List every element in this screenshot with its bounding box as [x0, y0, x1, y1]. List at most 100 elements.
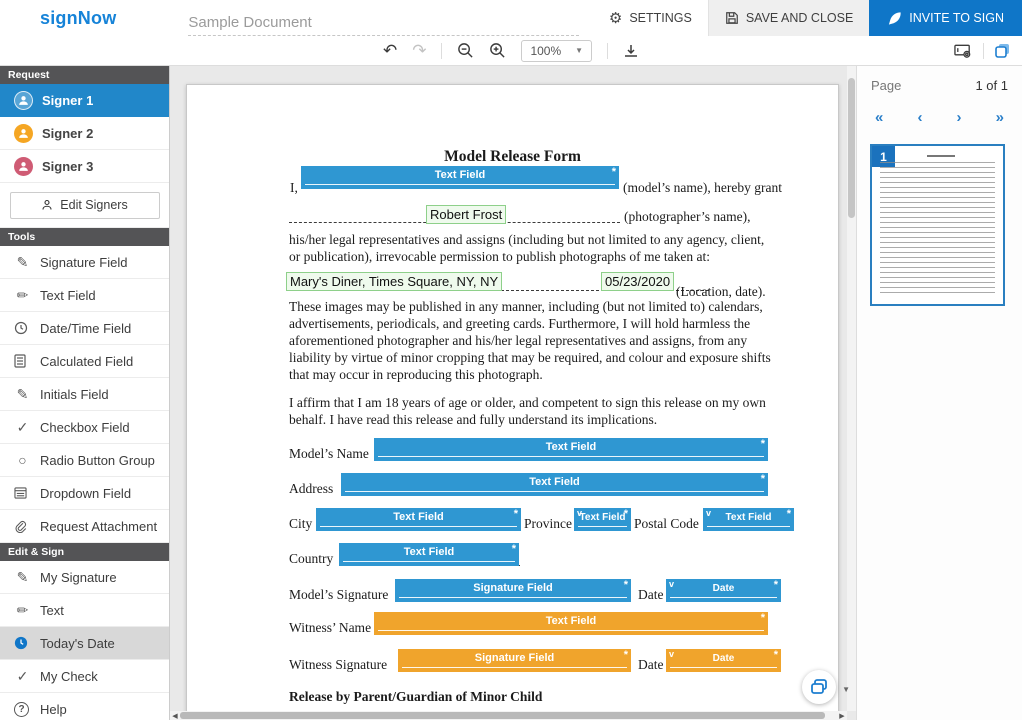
zoom-in-icon[interactable] — [489, 42, 506, 59]
postal-code-text-field[interactable]: v Text Field * — [703, 508, 794, 531]
vertical-scrollbar[interactable] — [847, 66, 856, 711]
models-name-label: Model’s Name — [289, 446, 369, 462]
date-label: Date — [638, 657, 663, 673]
save-icon — [725, 11, 739, 25]
invite-to-sign-button[interactable]: INVITE TO SIGN — [869, 0, 1022, 36]
edit-sign-section-header: Edit & Sign — [0, 543, 169, 561]
last-page-icon[interactable]: » — [996, 109, 1004, 126]
tool-label: Calculated Field — [40, 354, 133, 369]
clock-icon — [14, 636, 31, 650]
country-text-field[interactable]: Text Field * — [339, 543, 519, 566]
field-underline — [345, 491, 764, 492]
sidebar-item-radio-button-group[interactable]: ○ Radio Button Group — [0, 444, 169, 477]
sidebar-item-dropdown-field[interactable]: Dropdown Field — [0, 477, 169, 510]
publish-paragraph: These images may be published in any man… — [289, 298, 779, 383]
field-label: Text Field — [316, 511, 521, 523]
tool-label: Dropdown Field — [40, 486, 131, 501]
field-label: Text Field — [374, 441, 768, 453]
document-heading: Model Release Form — [187, 148, 838, 166]
models-date-field[interactable]: v Date * — [666, 579, 781, 602]
sidebar-item-initials-field[interactable]: ✎︎ Initials Field — [0, 378, 169, 411]
province-label: Province — [524, 516, 572, 532]
dropdown-box-icon — [14, 487, 31, 499]
pencil-icon: ✏︎ — [14, 602, 31, 619]
save-and-close-label: SAVE AND CLOSE — [746, 11, 853, 25]
redo-icon[interactable]: ↷ — [412, 42, 426, 59]
signer-2-avatar-icon — [14, 124, 33, 143]
zoom-out-icon[interactable] — [457, 42, 474, 59]
scroll-right-icon[interactable]: ▶ — [837, 712, 847, 720]
sidebar-item-signer-2[interactable]: Signer 2 — [0, 117, 169, 150]
sidebar-item-help[interactable]: ? Help — [0, 693, 169, 720]
sidebar-item-date-time-field[interactable]: Date/Time Field — [0, 312, 169, 345]
field-underline — [402, 667, 627, 668]
date-filled-field[interactable]: 05/23/2020 — [601, 272, 674, 291]
sidebar-item-todays-date[interactable]: Today's Date — [0, 627, 169, 660]
address-text-field[interactable]: Text Field * — [341, 473, 768, 496]
gear-icon: ⚙ — [609, 9, 622, 27]
edit-signers-button[interactable]: Edit Signers — [10, 192, 160, 219]
models-name-text-field[interactable]: Text Field * — [374, 438, 768, 461]
field-underline — [670, 667, 777, 668]
field-label: Signature Field — [395, 582, 631, 594]
photographer-name-filled-field[interactable]: Robert Frost — [426, 205, 506, 224]
vertical-scrollbar-thumb[interactable] — [848, 78, 855, 218]
tools-section-header: Tools — [0, 228, 169, 246]
document-page: Model Release Form I, Text Field * (mode… — [186, 84, 839, 720]
witness-name-text-field[interactable]: Text Field * — [374, 612, 768, 635]
feather-icon — [887, 11, 902, 26]
field-label: Text Field — [339, 546, 519, 558]
field-label: Text Field — [301, 169, 619, 181]
field-label: Date — [666, 653, 781, 664]
photographer-suffix: (photographer’s name), — [624, 209, 750, 225]
witness-signature-label: Witness Signature — [289, 657, 387, 673]
first-page-icon[interactable]: « — [875, 109, 883, 126]
document-title[interactable]: Sample Document — [188, 14, 578, 36]
chevron-down-icon[interactable]: ▼ — [842, 685, 850, 694]
document-canvas: Model Release Form I, Text Field * (mode… — [170, 66, 856, 720]
tool-label: Date/Time Field — [40, 321, 131, 336]
sidebar-item-text-field[interactable]: ✏︎ Text Field — [0, 279, 169, 312]
settings-button[interactable]: ⚙ SETTINGS — [593, 0, 708, 36]
pages-icon[interactable] — [994, 42, 1012, 60]
chevron-down-icon: ▼ — [575, 46, 583, 55]
field-underline — [378, 456, 764, 457]
province-text-field[interactable]: v Text Field * — [574, 508, 631, 531]
undo-icon[interactable]: ↶ — [383, 42, 397, 59]
scroll-left-icon[interactable]: ◀ — [170, 712, 180, 720]
next-page-icon[interactable]: › — [957, 109, 962, 126]
quick-tools-button[interactable] — [802, 670, 836, 704]
sidebar-item-checkbox-field[interactable]: ✓ Checkbox Field — [0, 411, 169, 444]
page-label: Page — [871, 78, 901, 93]
sidebar-item-signer-1[interactable]: Signer 1 — [0, 84, 169, 117]
sidebar-item-calculated-field[interactable]: Calculated Field — [0, 345, 169, 378]
page-thumbnail[interactable]: 1 — [870, 144, 1005, 306]
field-underline — [343, 561, 515, 562]
models-signature-field[interactable]: Signature Field * — [395, 579, 631, 602]
city-text-field[interactable]: Text Field * — [316, 508, 521, 531]
horizontal-scrollbar-thumb[interactable] — [180, 712, 825, 719]
previous-page-icon[interactable]: ‹ — [917, 109, 922, 126]
horizontal-scrollbar[interactable]: ◀ ▶ — [170, 711, 847, 720]
sidebar-item-my-check[interactable]: ✓ My Check — [0, 660, 169, 693]
sidebar-item-text[interactable]: ✏︎ Text — [0, 594, 169, 627]
model-name-text-field[interactable]: Text Field * — [301, 166, 619, 189]
sidebar-item-my-signature[interactable]: ✎︎ My Signature — [0, 561, 169, 594]
download-icon[interactable] — [623, 43, 639, 59]
witness-date-field[interactable]: v Date * — [666, 649, 781, 672]
settings-label: SETTINGS — [629, 11, 692, 25]
field-underline — [578, 526, 627, 527]
required-asterisk: * — [624, 649, 628, 661]
sidebar-item-signature-field[interactable]: ✎︎ Signature Field — [0, 246, 169, 279]
location-filled-field[interactable]: Mary's Diner, Times Square, NY, NY — [286, 272, 502, 291]
page-navigation: « ‹ › » — [871, 109, 1008, 126]
checkmark-icon: ✓ — [14, 668, 31, 685]
save-and-close-button[interactable]: SAVE AND CLOSE — [708, 0, 869, 36]
required-asterisk: * — [761, 438, 765, 450]
zoom-level-select[interactable]: 100% ▼ — [521, 40, 592, 62]
sidebar-item-signer-3[interactable]: Signer 3 — [0, 150, 169, 183]
field-properties-icon[interactable] — [954, 43, 973, 59]
document-title-wrap[interactable]: Sample Document — [188, 14, 578, 36]
witness-signature-field[interactable]: Signature Field * — [398, 649, 631, 672]
sidebar-item-request-attachment[interactable]: Request Attachment — [0, 510, 169, 543]
